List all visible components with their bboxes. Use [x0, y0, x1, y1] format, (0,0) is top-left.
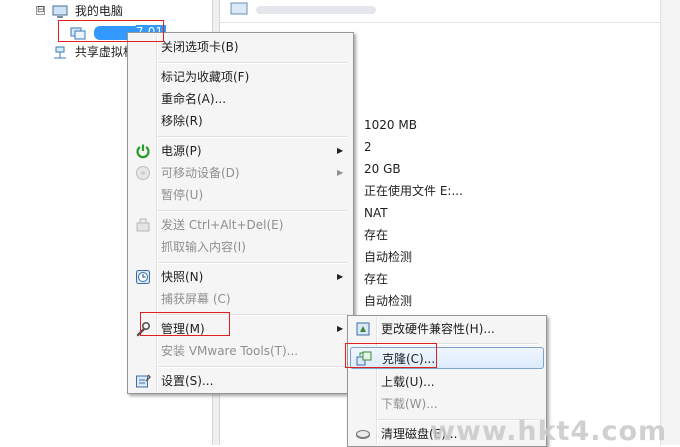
tree-item-label: 我的电脑	[74, 4, 123, 18]
menu-item-label: 重命名(A)...	[161, 92, 227, 106]
tree-item-shared-vms[interactable]: 共享虚拟机	[52, 43, 135, 61]
menu-item-send-ctrl-alt-del[interactable]: 发送 Ctrl+Alt+Del(E)	[130, 214, 351, 236]
menu-item-label: 电源(P)	[161, 144, 202, 158]
menu-item-label: 上载(U)...	[381, 375, 435, 389]
menu-item-label: 标记为收藏项(F)	[161, 70, 250, 84]
menu-item-pause[interactable]: 暂停(U)	[130, 184, 351, 206]
hard-disk-value: 20 GB	[364, 162, 401, 176]
menu-separator	[158, 366, 348, 368]
settings-icon	[136, 374, 151, 388]
memory-value: 1020 MB	[364, 118, 417, 132]
menu-item-install-vmware-tools[interactable]: 安装 VMware Tools(T)...	[130, 340, 351, 362]
tree-item-label: 共享虚拟机	[74, 45, 135, 59]
menu-item-manage[interactable]: 管理(M) ▶	[130, 318, 351, 340]
menu-item-power[interactable]: 电源(P) ▶	[130, 140, 351, 162]
display-value: 自动检测	[364, 294, 413, 308]
menu-item-clone[interactable]: 克隆(C)...	[350, 347, 544, 369]
menu-item-remove[interactable]: 移除(R)	[130, 110, 351, 132]
menu-item-label: 捕获屏幕 (C)	[161, 292, 231, 306]
collapse-toggle[interactable]: ⊟	[36, 6, 45, 15]
power-icon	[136, 144, 150, 159]
menu-separator	[158, 262, 348, 264]
menu-item-label: 设置(S)...	[161, 374, 214, 388]
menu-item-favorite[interactable]: 标记为收藏项(F)	[130, 66, 351, 88]
menu-item-upload[interactable]: 上载(U)...	[350, 371, 544, 393]
submenu-arrow-icon: ▶	[337, 146, 344, 155]
menu-item-grab-input[interactable]: 抓取输入内容(I)	[130, 236, 351, 258]
menu-item-change-hardware-compat[interactable]: 更改硬件兼容性(H)...	[350, 318, 544, 340]
submenu-arrow-icon: ▶	[337, 324, 344, 333]
cd-dvd-value: 正在使用文件 E:...	[364, 184, 463, 198]
tree-item-my-computer[interactable]: 我的电脑	[52, 2, 123, 20]
send-keys-icon	[136, 218, 150, 232]
vm-context-menu: 关闭选项卡(B) 标记为收藏项(F) 重命名(A)... 移除(R) 电源(P)…	[127, 32, 354, 394]
removable-device-icon	[136, 166, 150, 180]
menu-item-label: 可移动设备(D)	[161, 166, 240, 180]
menu-separator	[158, 62, 348, 64]
vm-tab-title-blurred	[256, 6, 376, 14]
computer-icon	[52, 5, 68, 18]
clone-icon	[356, 351, 372, 366]
menu-item-removable-devices[interactable]: 可移动设备(D) ▶	[130, 162, 351, 184]
menu-item-label: 移除(R)	[161, 114, 203, 128]
menu-separator	[378, 343, 538, 345]
network-adapter-value: NAT	[364, 206, 388, 220]
menu-item-label: 克隆(C)...	[382, 352, 436, 366]
vertical-scrollbar[interactable]	[660, 0, 680, 445]
network-icon	[54, 46, 66, 58]
menu-item-capture-screen[interactable]: 捕获屏幕 (C)	[130, 288, 351, 310]
menu-item-rename[interactable]: 重命名(A)...	[130, 88, 351, 110]
vm-tab-icon	[230, 2, 248, 15]
menu-separator	[158, 314, 348, 316]
menu-item-snapshot[interactable]: 快照(N) ▶	[130, 266, 351, 288]
vm-tab-header	[220, 0, 680, 23]
submenu-arrow-icon: ▶	[337, 168, 344, 177]
watermark-text: www.hkt4.com	[430, 416, 668, 447]
vm-icon	[70, 27, 86, 39]
menu-item-download[interactable]: 下载(W)...	[350, 393, 544, 415]
menu-item-label: 暂停(U)	[161, 188, 204, 202]
menu-separator	[158, 136, 348, 138]
menu-item-label: 快照(N)	[161, 270, 204, 284]
menu-item-label: 关闭选项卡(B)	[161, 40, 239, 54]
menu-item-label: 管理(M)	[161, 322, 205, 336]
usb-controller-value: 存在	[364, 228, 389, 242]
menu-item-label: 抓取输入内容(I)	[161, 240, 246, 254]
menu-item-settings[interactable]: 设置(S)...	[130, 370, 351, 392]
menu-separator	[158, 210, 348, 212]
menu-item-close-tab[interactable]: 关闭选项卡(B)	[130, 36, 351, 58]
processors-value: 2	[364, 140, 372, 154]
printer-value: 存在	[364, 272, 389, 286]
menu-item-label: 更改硬件兼容性(H)...	[381, 322, 495, 336]
menu-item-label: 发送 Ctrl+Alt+Del(E)	[161, 218, 284, 232]
snapshot-clock-icon	[136, 270, 150, 284]
disk-icon	[356, 430, 370, 439]
submenu-arrow-icon: ▶	[337, 272, 344, 281]
menu-item-label: 下载(W)...	[381, 397, 438, 411]
hardware-compat-icon	[356, 322, 370, 336]
sound-card-value: 自动检测	[364, 250, 413, 264]
menu-item-label: 安装 VMware Tools(T)...	[161, 344, 299, 358]
wrench-icon	[136, 321, 151, 337]
